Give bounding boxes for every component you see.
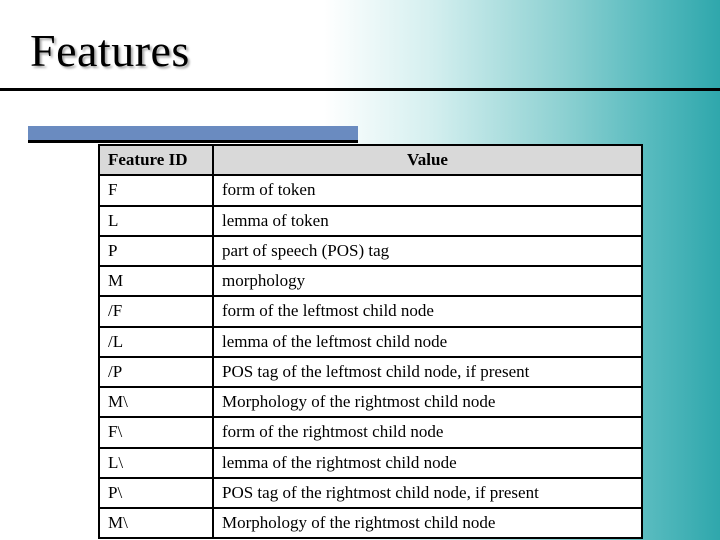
cell-feature-id: P\ bbox=[99, 478, 213, 508]
col-header-feature-id: Feature ID bbox=[99, 145, 213, 175]
cell-value: part of speech (POS) tag bbox=[213, 236, 642, 266]
cell-value: form of the rightmost child node bbox=[213, 417, 642, 447]
table-row: M\Morphology of the rightmost child node bbox=[99, 387, 642, 417]
table-row: /PPOS tag of the leftmost child node, if… bbox=[99, 357, 642, 387]
page-title: Features bbox=[30, 24, 190, 77]
cell-value: morphology bbox=[213, 266, 642, 296]
features-table: Feature ID Value Fform of tokenLlemma of… bbox=[98, 144, 643, 539]
features-table-wrap: Feature ID Value Fform of tokenLlemma of… bbox=[98, 144, 643, 539]
table-row: /Llemma of the leftmost child node bbox=[99, 327, 642, 357]
cell-value: POS tag of the rightmost child node, if … bbox=[213, 478, 642, 508]
cell-feature-id: L\ bbox=[99, 448, 213, 478]
cell-feature-id: P bbox=[99, 236, 213, 266]
cell-value: POS tag of the leftmost child node, if p… bbox=[213, 357, 642, 387]
cell-feature-id: M\ bbox=[99, 387, 213, 417]
table-row: Mmorphology bbox=[99, 266, 642, 296]
table-row: /Fform of the leftmost child node bbox=[99, 296, 642, 326]
divider-top bbox=[0, 88, 720, 91]
cell-value: Morphology of the rightmost child node bbox=[213, 508, 642, 538]
table-row: Fform of token bbox=[99, 175, 642, 205]
cell-value: lemma of token bbox=[213, 206, 642, 236]
cell-feature-id: M\ bbox=[99, 508, 213, 538]
cell-feature-id: /L bbox=[99, 327, 213, 357]
table-row: P\POS tag of the rightmost child node, i… bbox=[99, 478, 642, 508]
cell-value: lemma of the rightmost child node bbox=[213, 448, 642, 478]
table-header-row: Feature ID Value bbox=[99, 145, 642, 175]
table-row: Llemma of token bbox=[99, 206, 642, 236]
cell-value: form of the leftmost child node bbox=[213, 296, 642, 326]
accent-bar bbox=[28, 126, 358, 140]
cell-feature-id: F\ bbox=[99, 417, 213, 447]
cell-feature-id: /P bbox=[99, 357, 213, 387]
table-row: L\lemma of the rightmost child node bbox=[99, 448, 642, 478]
cell-feature-id: /F bbox=[99, 296, 213, 326]
table-row: F\form of the rightmost child node bbox=[99, 417, 642, 447]
cell-value: form of token bbox=[213, 175, 642, 205]
cell-feature-id: F bbox=[99, 175, 213, 205]
cell-feature-id: M bbox=[99, 266, 213, 296]
col-header-value: Value bbox=[213, 145, 642, 175]
table-row: Ppart of speech (POS) tag bbox=[99, 236, 642, 266]
cell-value: lemma of the leftmost child node bbox=[213, 327, 642, 357]
cell-value: Morphology of the rightmost child node bbox=[213, 387, 642, 417]
table-row: M\Morphology of the rightmost child node bbox=[99, 508, 642, 538]
cell-feature-id: L bbox=[99, 206, 213, 236]
